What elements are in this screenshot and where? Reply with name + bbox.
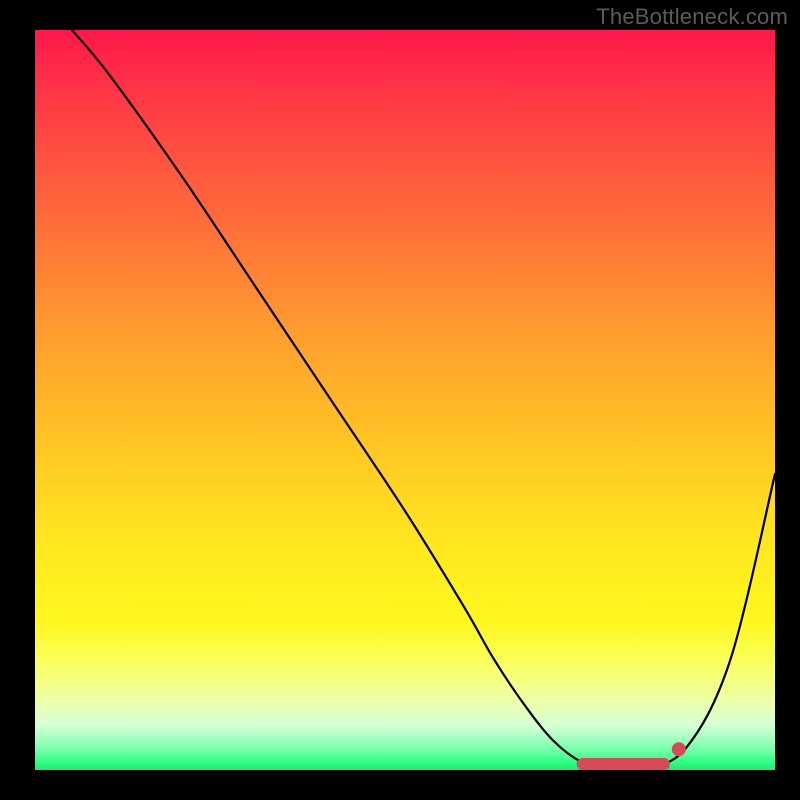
chart-svg	[35, 30, 775, 770]
plot-area	[35, 30, 775, 770]
watermark-text: TheBottleneck.com	[596, 4, 788, 30]
marker-dot	[672, 742, 686, 756]
bottleneck-curve	[72, 30, 775, 770]
chart-frame: TheBottleneck.com	[0, 0, 800, 800]
